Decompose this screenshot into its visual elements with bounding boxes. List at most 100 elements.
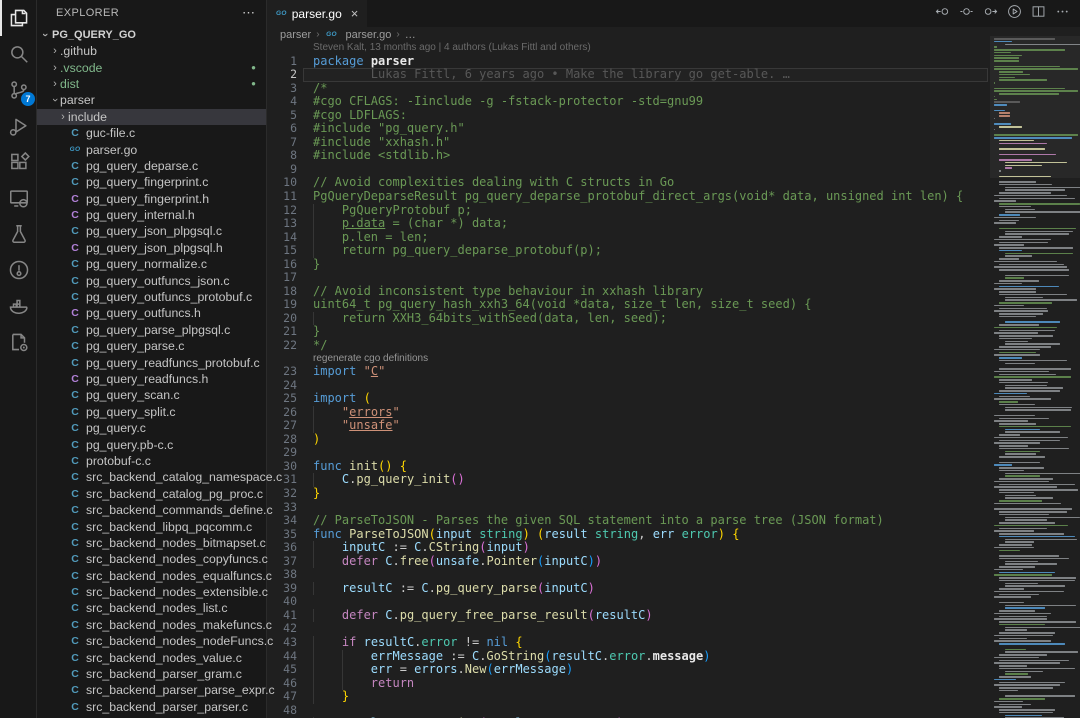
folder-item-include[interactable]: ›include bbox=[36, 109, 266, 125]
minimap-line bbox=[994, 420, 1028, 422]
tab-parser-go[interactable]: GO parser.go × bbox=[267, 0, 367, 27]
open-changes-previous-icon[interactable] bbox=[935, 4, 950, 24]
minimap-line bbox=[1005, 297, 1043, 299]
file-item-src-backend-parser-parser-c[interactable]: ›Csrc_backend_parser_parser.c bbox=[36, 699, 266, 715]
item-label: pg_query_readfuncs_protobuf.c bbox=[86, 356, 260, 370]
file-item-pg-query-internal-h[interactable]: ›Cpg_query_internal.h bbox=[36, 207, 266, 223]
c-file-icon: C bbox=[68, 258, 82, 270]
docker-icon[interactable] bbox=[0, 288, 36, 324]
file-item-src-backend-nodes-value-c[interactable]: ›Csrc_backend_nodes_value.c bbox=[36, 649, 266, 665]
file-item-pg-query-readfuncs-protobuf-c[interactable]: ›Cpg_query_readfuncs_protobuf.c bbox=[36, 354, 266, 370]
file-item-src-backend-nodes-equalfuncs-c[interactable]: ›Csrc_backend_nodes_equalfuncs.c bbox=[36, 568, 266, 584]
folder-item--github[interactable]: ›.github bbox=[36, 43, 266, 59]
file-item-pg-query-json-plpgsql-c[interactable]: ›Cpg_query_json_plpgsql.c bbox=[36, 223, 266, 239]
item-label: .github bbox=[60, 44, 97, 58]
file-item-pg-query-outfuncs-protobuf-c[interactable]: ›Cpg_query_outfuncs_protobuf.c bbox=[36, 289, 266, 305]
minimap-line bbox=[994, 239, 1051, 241]
file-item-protobuf-c-c[interactable]: ›Cprotobuf-c.c bbox=[36, 453, 266, 469]
minimap-line bbox=[999, 448, 1069, 450]
file-item-src-backend-nodes-bitmapset-c[interactable]: ›Csrc_backend_nodes_bitmapset.c bbox=[36, 535, 266, 551]
minimap-line bbox=[999, 390, 1060, 392]
file-item-pg-query-scan-c[interactable]: ›Cpg_query_scan.c bbox=[36, 387, 266, 403]
file-item-pg-query-pb-c-c[interactable]: ›Cpg_query.pb-c.c bbox=[36, 436, 266, 452]
explorer-icon[interactable] bbox=[0, 0, 36, 36]
source-control-icon[interactable]: 7 bbox=[0, 72, 36, 108]
file-item-pg-query-split-c[interactable]: ›Cpg_query_split.c bbox=[36, 404, 266, 420]
gitlens-icon[interactable] bbox=[0, 252, 36, 288]
line-number: 22 bbox=[267, 339, 297, 353]
c-file-icon: C bbox=[68, 275, 82, 287]
split-editor-icon[interactable] bbox=[1031, 4, 1046, 24]
file-item-pg-query-readfuncs-h[interactable]: ›Cpg_query_readfuncs.h bbox=[36, 371, 266, 387]
minimap-line bbox=[999, 632, 1054, 634]
file-item-pg-query-fingerprint-c[interactable]: ›Cpg_query_fingerprint.c bbox=[36, 174, 266, 190]
minimap-line bbox=[1005, 409, 1071, 411]
folder-item-parser[interactable]: ›parser bbox=[36, 92, 266, 108]
extensions-icon[interactable] bbox=[0, 144, 36, 180]
line-content: func init() { bbox=[313, 460, 407, 474]
file-item-pg-query-deparse-c[interactable]: ›Cpg_query_deparse.c bbox=[36, 158, 266, 174]
minimap-line bbox=[999, 489, 1078, 491]
toggle-blame-icon[interactable] bbox=[959, 4, 974, 24]
run-debug-icon[interactable] bbox=[0, 108, 36, 144]
breadcrumb-symbol[interactable]: … bbox=[405, 29, 416, 41]
minimap-line bbox=[999, 228, 1076, 230]
file-item-pg-query-outfuncs-json-c[interactable]: ›Cpg_query_outfuncs_json.c bbox=[36, 272, 266, 288]
code-line-11: 11PgQueryDeparseResult pg_query_deparse_… bbox=[267, 190, 990, 204]
file-item-src-backend-nodes-copyfuncs-c[interactable]: ›Csrc_backend_nodes_copyfuncs.c bbox=[36, 551, 266, 567]
minimap-line bbox=[999, 434, 1020, 436]
run-icon[interactable] bbox=[1007, 4, 1022, 24]
close-icon[interactable]: × bbox=[351, 7, 359, 20]
file-item-pg-query-parse-plpgsql-c[interactable]: ›Cpg_query_parse_plpgsql.c bbox=[36, 322, 266, 338]
testing-icon[interactable] bbox=[0, 216, 36, 252]
line-number: 28 bbox=[267, 433, 297, 447]
open-changes-next-icon[interactable] bbox=[983, 4, 998, 24]
more-actions-icon[interactable]: ⋯ bbox=[242, 5, 256, 21]
file-item-pg-query-c[interactable]: ›Cpg_query.c bbox=[36, 420, 266, 436]
file-item-src-backend-nodes-extensible-c[interactable]: ›Csrc_backend_nodes_extensible.c bbox=[36, 584, 266, 600]
file-settings-icon[interactable] bbox=[0, 324, 36, 360]
file-item-src-backend-nodes-list-c[interactable]: ›Csrc_backend_nodes_list.c bbox=[36, 600, 266, 616]
minimap[interactable] bbox=[990, 36, 1080, 718]
minimap-line bbox=[999, 170, 1000, 172]
file-item-pg-query-outfuncs-h[interactable]: ›Cpg_query_outfuncs.h bbox=[36, 305, 266, 321]
line-number: 9 bbox=[267, 163, 297, 177]
minimap-line bbox=[994, 398, 1051, 400]
file-item-src-backend-parser-gram-c[interactable]: ›Csrc_backend_parser_gram.c bbox=[36, 666, 266, 682]
minimap-line bbox=[999, 676, 1031, 678]
code-line-6: 6#include "pg_query.h" bbox=[267, 122, 990, 136]
minimap-line bbox=[994, 99, 997, 101]
file-item-src-backend-commands-define-c[interactable]: ›Csrc_backend_commands_define.c bbox=[36, 502, 266, 518]
remote-explorer-icon[interactable] bbox=[0, 180, 36, 216]
line-number: 5 bbox=[267, 109, 297, 123]
minimap-line bbox=[994, 195, 1067, 197]
file-item-src-backend-catalog-namespace-c[interactable]: ›Csrc_backend_catalog_namespace.c bbox=[36, 469, 266, 485]
file-item-src-backend-nodes-makefuncs-c[interactable]: ›Csrc_backend_nodes_makefuncs.c bbox=[36, 617, 266, 633]
minimap-line bbox=[999, 286, 1058, 288]
file-item-src-backend-nodes-nodefuncs-c[interactable]: ›Csrc_backend_nodes_nodeFuncs.c bbox=[36, 633, 266, 649]
file-item-pg-query-fingerprint-h[interactable]: ›Cpg_query_fingerprint.h bbox=[36, 191, 266, 207]
workspace-root-item[interactable]: › PG_QUERY_GO bbox=[36, 26, 266, 43]
go-file-icon: GO bbox=[276, 10, 287, 17]
breadcrumb-folder[interactable]: parser bbox=[280, 29, 311, 41]
file-item-pg-query-normalize-c[interactable]: ›Cpg_query_normalize.c bbox=[36, 256, 266, 272]
file-item-src-backend-catalog-pg-proc-c[interactable]: ›Csrc_backend_catalog_pg_proc.c bbox=[36, 486, 266, 502]
file-item-pg-query-json-plpgsql-h[interactable]: ›Cpg_query_json_plpgsql.h bbox=[36, 240, 266, 256]
minimap-line bbox=[999, 621, 1076, 623]
c-file-icon: C bbox=[68, 602, 82, 614]
workspace-root-label: PG_QUERY_GO bbox=[52, 29, 136, 41]
minimap-line bbox=[999, 492, 1033, 494]
file-item-src-backend-parser-parse-expr-c[interactable]: ›Csrc_backend_parser_parse_expr.c bbox=[36, 682, 266, 698]
minimap-line bbox=[994, 261, 1057, 263]
file-item-guc-file-c[interactable]: ›Cguc-file.c bbox=[36, 125, 266, 141]
minimap-line bbox=[999, 654, 1047, 656]
file-item-pg-query-parse-c[interactable]: ›Cpg_query_parse.c bbox=[36, 338, 266, 354]
more-actions-icon[interactable] bbox=[1055, 4, 1070, 24]
breadcrumb-file[interactable]: GO parser.go bbox=[325, 29, 392, 41]
file-item-parser-go[interactable]: ›GOparser.go bbox=[36, 141, 266, 157]
folder-item--vscode[interactable]: ›.vscode● bbox=[36, 59, 266, 75]
search-icon[interactable] bbox=[0, 36, 36, 72]
folder-item-dist[interactable]: ›dist● bbox=[36, 76, 266, 92]
file-item-src-backend-libpq-pqcomm-c[interactable]: ›Csrc_backend_libpq_pqcomm.c bbox=[36, 518, 266, 534]
code-editor[interactable]: Steven Kalt, 13 months ago | 4 authors (… bbox=[267, 42, 990, 718]
